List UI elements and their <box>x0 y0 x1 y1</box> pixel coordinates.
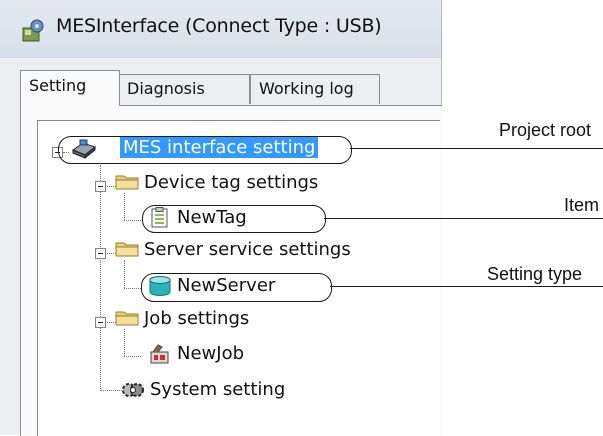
leader-project-root <box>350 148 603 150</box>
collapse-device-tag-toggle[interactable] <box>95 181 106 192</box>
tab-working-log[interactable]: Working log <box>250 74 380 104</box>
tree-line-tag <box>124 193 125 220</box>
callout-item <box>142 205 326 233</box>
tree-item-server-service-settings[interactable]: Server service settings <box>144 239 351 260</box>
tree-item-device-tag-settings[interactable]: Device tag settings <box>144 172 318 193</box>
tree-line-newserver <box>124 260 125 288</box>
tree-line-newjob <box>124 329 125 356</box>
leader-setting-type <box>330 286 603 288</box>
title-bar[interactable]: MESInterface (Connect Type : USB) <box>0 0 441 58</box>
tab-setting[interactable]: Setting <box>20 70 120 106</box>
annotation-setting-type: Setting type <box>487 264 583 284</box>
job-icon <box>150 344 169 364</box>
collapse-server-service-toggle[interactable] <box>95 248 106 259</box>
tree-line-tag-h <box>124 220 141 221</box>
tree-line-newserver-h <box>124 288 141 289</box>
annotation-item: Item <box>564 195 600 215</box>
tab-diagnosis[interactable]: Diagnosis <box>118 74 250 104</box>
leader-item <box>324 218 603 220</box>
folder-icon <box>115 242 139 257</box>
mes-interface-icon <box>22 19 44 42</box>
folder-icon <box>115 311 139 326</box>
window-title: MESInterface (Connect Type : USB) <box>56 15 382 37</box>
callout-project-root <box>58 136 352 164</box>
folder-icon <box>115 175 139 190</box>
annotation-project-root: Project root <box>499 120 592 140</box>
system-icon <box>122 383 144 397</box>
tree-item-newjob[interactable]: NewJob <box>177 343 244 364</box>
collapse-job-toggle[interactable] <box>95 317 106 328</box>
tree-line-newjob-h <box>124 356 141 357</box>
tree-line-root-vertical <box>100 165 101 391</box>
tree-item-system-setting[interactable]: System setting <box>150 379 285 400</box>
callout-setting-type <box>141 273 332 302</box>
tree-item-job-settings[interactable]: Job settings <box>144 308 249 329</box>
